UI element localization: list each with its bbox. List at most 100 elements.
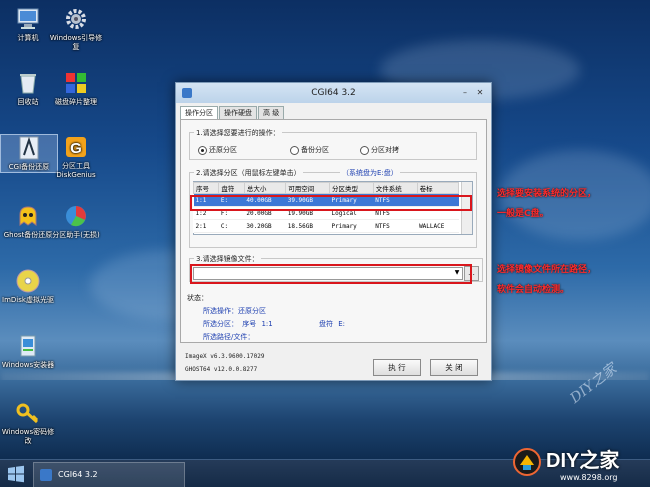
table-cell: WALLACE: [417, 219, 459, 233]
close-button[interactable]: 关 闭: [430, 359, 478, 376]
imagex-version: ImageX v6.3.9600.17029: [185, 353, 265, 360]
ghost-version: GHOST64 v12.0.0.8277: [185, 366, 258, 373]
brand-logo: DIY之家 www.8298.org: [508, 443, 650, 487]
desktop-icon-defrag[interactable]: 磁盘碎片整理: [48, 70, 104, 107]
tab-operate-partition[interactable]: 操作分区: [180, 106, 218, 120]
table-header-row: 序号 盘符 总大小 可用空间 分区类型 文件系统 卷标: [192, 182, 460, 194]
desktop-icon-label: 回收站: [17, 98, 39, 106]
annotation-image: 选择镜像文件所在路径， 软件会自动检测。: [497, 262, 596, 298]
key-icon: [15, 400, 41, 426]
close-icon[interactable]: ✕: [474, 87, 486, 98]
status-label: 状态：: [187, 294, 208, 302]
desktop-icon-partition-assistant[interactable]: 分区助手(无损): [48, 203, 104, 240]
annotation-text: 选择镜像文件所在路径，: [497, 265, 597, 275]
operation-legend: 1.请选择您要进行的操作：: [194, 128, 282, 138]
status-disk-label: 盘符: [318, 320, 333, 328]
status-path-label: 所选路径/文件：: [203, 333, 255, 341]
desktop-icon-label: Ghost备份还原: [3, 231, 53, 239]
partition-legend: 2.请选择分区（用鼠标左键单击）: [194, 168, 303, 178]
radio-dot: [198, 145, 207, 155]
app-icon: [40, 469, 52, 481]
desktop-icon-diskgenius[interactable]: G 分区工具DiskGenius: [48, 134, 104, 180]
defrag-icon: [63, 70, 89, 96]
ghost-icon: [15, 203, 41, 229]
desktop-icon-label: 磁盘碎片整理: [55, 98, 97, 106]
status-partition: 所选分区： 序号 1:1 盘符 E:: [203, 319, 345, 329]
desktop-icon-label: Windows安装器: [1, 361, 55, 369]
brand-title: DIY之家: [546, 450, 620, 472]
desktop-icon-label: 分区助手(无损): [52, 231, 100, 239]
status-operation: 所选操作：还原分区: [203, 306, 266, 316]
table-cell: 2:1: [193, 219, 219, 233]
annotation-text: 软件会自动检测。: [497, 285, 570, 295]
status-disk-value: E:: [338, 320, 345, 328]
highlight-image-select: [190, 264, 472, 284]
status-op-value: 还原分区: [238, 307, 266, 315]
radio-backup[interactable]: 备份分区: [290, 145, 329, 155]
desktop-icon-label: Windows引导修复: [49, 34, 103, 51]
radio-dot: [360, 145, 369, 155]
cgi-icon: [16, 135, 42, 161]
radio-label: 分区对拷: [371, 146, 399, 154]
table-cell: 30.20GB: [244, 219, 286, 233]
window-titlebar[interactable]: CGI64 3.2 – ✕: [176, 83, 491, 103]
minimize-icon[interactable]: –: [459, 87, 471, 98]
recycle-bin-icon: [15, 70, 41, 96]
desktop-icon-label: 分区工具DiskGenius: [56, 162, 96, 179]
start-button[interactable]: [5, 464, 27, 484]
radio-dot: [290, 145, 299, 155]
optical-disc-icon: [15, 268, 41, 294]
radio-label: 备份分区: [301, 146, 329, 154]
highlight-partition-row: [190, 195, 472, 211]
brand-url: www.8298.org: [560, 473, 618, 482]
cgi-window: CGI64 3.2 – ✕ 操作分区 操作硬盘 高 级 1.请选择您要进行的操作…: [175, 82, 492, 381]
status-op-label: 所选操作：: [203, 307, 238, 315]
status-part-label: 所选分区：: [203, 320, 238, 328]
annotation-text: 选择要安装系统的分区，: [497, 189, 597, 199]
column-header[interactable]: 总大小: [243, 182, 287, 194]
radio-clone[interactable]: 分区对拷: [360, 145, 399, 155]
column-header[interactable]: 盘符: [218, 182, 245, 194]
table-cell: Primary: [329, 219, 374, 233]
installer-icon: [15, 333, 41, 359]
desktop-icon-windows-installer[interactable]: Windows安装器: [0, 333, 56, 370]
operation-group: 1.请选择您要进行的操作： 还原分区 备份分区 分区对拷: [189, 128, 477, 160]
radio-restore[interactable]: 还原分区: [198, 145, 237, 155]
gear-icon: [63, 6, 89, 32]
desktop-icon-label: 计算机: [17, 34, 39, 42]
annotation-partition: 选择要安装系统的分区， 一般是C盘。: [497, 186, 596, 222]
tab-panel: 1.请选择您要进行的操作： 还原分区 备份分区 分区对拷 2.请选择分区（用鼠标…: [180, 119, 487, 343]
status-seq-label: 序号: [242, 320, 257, 328]
column-header[interactable]: 序号: [192, 182, 220, 194]
computer-icon: [15, 6, 41, 32]
column-header[interactable]: 卷标: [416, 182, 460, 194]
execute-button[interactable]: 执 行: [373, 359, 421, 376]
status-path: 所选路径/文件：: [203, 332, 254, 342]
table-cell: 18.56GB: [285, 219, 330, 233]
desktop-icon-boot-repair[interactable]: Windows引导修复: [48, 6, 104, 52]
desktop: 计算机 Windows引导修复 回收站 磁盘碎片整理 CGI备份还原 G 分区工…: [0, 0, 650, 487]
annotation-text: 一般是C盘。: [497, 209, 549, 219]
desktop-icon-label: CGI备份还原: [8, 163, 50, 171]
image-legend: 3.请选择镜像文件：: [194, 254, 261, 264]
table-cell: NTFS: [373, 219, 418, 233]
tab-advanced[interactable]: 高 级: [258, 106, 285, 119]
windows-logo-icon: [8, 465, 24, 483]
column-header[interactable]: 可用空间: [285, 182, 330, 194]
column-header[interactable]: 分区类型: [329, 182, 374, 194]
tab-bar: 操作分区 操作硬盘 高 级: [180, 106, 285, 120]
desktop-icon-imdisk[interactable]: ImDisk虚拟光驱: [0, 268, 56, 305]
tab-operate-disk[interactable]: 操作硬盘: [219, 106, 257, 119]
desktop-icon-label: Windows密码修改: [1, 428, 55, 445]
system-disk-label: （系统盘为E:盘）: [340, 168, 400, 178]
taskbar-app-cgi[interactable]: CGI64 3.2: [33, 462, 185, 487]
status-seq-value: 1:1: [261, 320, 273, 328]
partition-assistant-icon: [63, 203, 89, 229]
window-title: CGI64 3.2: [311, 88, 356, 98]
column-header[interactable]: 文件系统: [372, 182, 418, 194]
svg-text:G: G: [70, 140, 82, 157]
radio-label: 还原分区: [209, 146, 237, 154]
table-cell: C:: [218, 219, 245, 233]
table-row[interactable]: 2:1 C: 30.20GB 18.56GB Primary NTFS WALL…: [193, 219, 459, 233]
desktop-icon-password[interactable]: Windows密码修改: [0, 400, 56, 446]
